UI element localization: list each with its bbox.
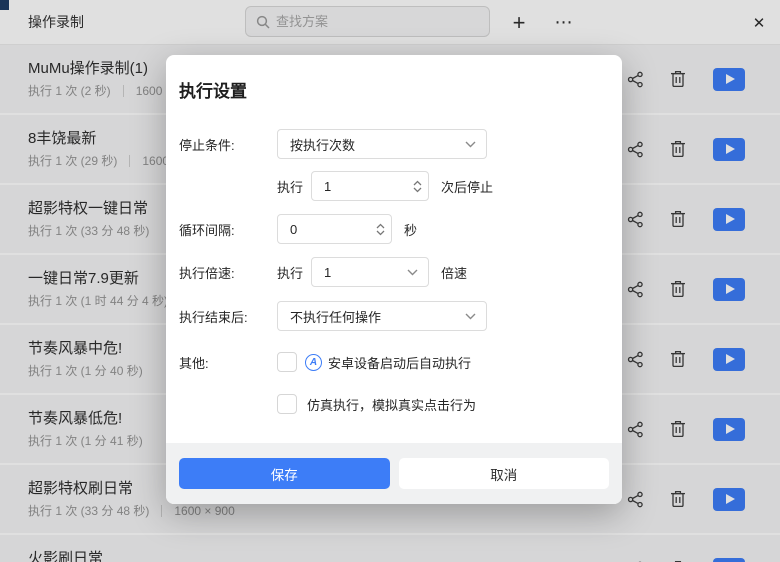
speed-row: 执行倍速: 执行 1 倍速	[179, 257, 609, 287]
after-end-select[interactable]: 不执行任何操作	[277, 301, 487, 331]
exec-count-input[interactable]	[324, 178, 414, 194]
stop-condition-value: 按执行次数	[290, 137, 356, 153]
simulate-checkbox[interactable]	[277, 394, 297, 414]
after-end-row: 执行结束后: 不执行任何操作	[179, 301, 609, 331]
chevron-down-icon	[465, 313, 476, 319]
auto-start-label: 安卓设备启动后自动执行	[328, 355, 472, 371]
spinner-icon[interactable]	[376, 223, 385, 236]
speed-prefix: 执行	[277, 265, 304, 281]
others-label: 其他:	[179, 355, 209, 371]
auto-start-row: 其他: A 安卓设备启动后自动执行	[179, 351, 609, 373]
simulate-label: 仿真执行，模拟真实点击行为	[307, 397, 477, 413]
exec-count-suffix: 次后停止	[441, 179, 494, 195]
android-icon: A	[305, 353, 322, 371]
stop-condition-label: 停止条件:	[179, 137, 235, 153]
dialog-footer: 保存 取消	[166, 443, 622, 504]
dialog-title: 执行设置	[179, 82, 247, 101]
speed-value: 1	[324, 264, 332, 280]
loop-interval-label: 循环间隔:	[179, 222, 235, 238]
cancel-button[interactable]: 取消	[398, 458, 609, 489]
exec-count-prefix: 执行	[277, 179, 304, 195]
exec-count-row: 执行 次后停止	[179, 171, 609, 201]
exec-count-stepper[interactable]	[311, 171, 430, 201]
loop-interval-stepper[interactable]	[277, 214, 392, 244]
after-end-value: 不执行任何操作	[290, 309, 382, 325]
auto-start-checkbox[interactable]	[277, 352, 297, 372]
speed-label: 执行倍速:	[179, 265, 235, 281]
stop-condition-row: 停止条件: 按执行次数	[179, 129, 609, 159]
chevron-down-icon	[465, 141, 476, 147]
save-button[interactable]: 保存	[179, 458, 390, 489]
loop-interval-input[interactable]	[290, 221, 376, 237]
app-window: 操作录制 + ⋯ ✕ MuMu操作录制(1) 执行 1 次 (2 秒) 1600…	[0, 0, 780, 562]
loop-interval-row: 循环间隔: 秒	[179, 214, 609, 244]
loop-interval-suffix: 秒	[404, 222, 418, 238]
stop-condition-select[interactable]: 按执行次数	[277, 129, 487, 159]
spinner-icon[interactable]	[413, 180, 422, 193]
speed-select[interactable]: 1	[311, 257, 430, 287]
after-end-label: 执行结束后:	[179, 309, 248, 325]
chevron-down-icon	[407, 269, 418, 275]
execution-settings-dialog: 执行设置 停止条件: 按执行次数 执行 次后停止	[166, 55, 622, 504]
simulate-row: 仿真执行，模拟真实点击行为	[179, 393, 609, 415]
speed-suffix: 倍速	[441, 265, 468, 281]
